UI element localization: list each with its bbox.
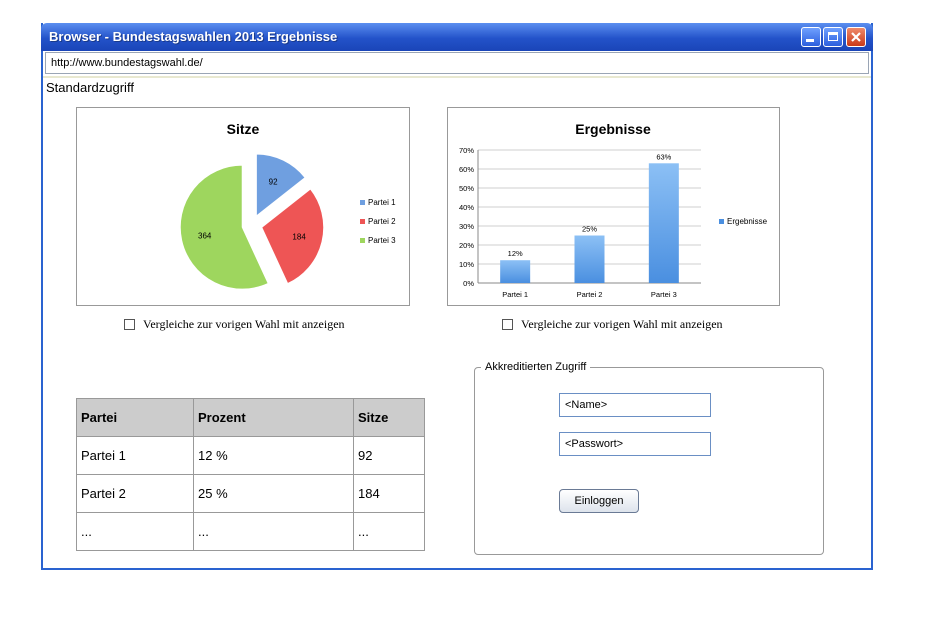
results-bar-chart: Ergebnisse 0% 10% 20% 30% 40% 50% 60% 70% 12% Par… — [459, 121, 768, 299]
bar — [648, 163, 679, 283]
table-cell: ... — [353, 512, 425, 551]
url-text: http://www.bundestagswahl.de/ — [51, 57, 203, 69]
login-button[interactable]: Einloggen — [559, 489, 639, 513]
pie-slice — [179, 164, 269, 290]
login-group: Akkreditierten Zugriff <Name> <Passwort>… — [474, 361, 824, 555]
compare-results-option[interactable]: Vergleiche zur vorigen Wahl mit anzeigen — [502, 317, 723, 332]
pie-chart-title: Sitze — [227, 121, 260, 137]
table-cell: ... — [193, 512, 354, 551]
password-field[interactable]: <Passwort> — [559, 432, 711, 456]
window-title: Browser - Bundestagswahlen 2013 Ergebnis… — [49, 29, 338, 44]
x-tick-label: Partei 2 — [577, 290, 603, 299]
results-chart-panel: Ergebnisse 0% 10% 20% 30% 40% 50% 60% 70% 12% Par… — [447, 107, 780, 306]
bar-chart-title: Ergebnisse — [575, 121, 651, 137]
close-icon — [851, 32, 861, 42]
table-cell: 12 % — [193, 436, 354, 475]
pie-data-label: 92 — [269, 177, 278, 186]
seats-pie-chart: Sitze 92 184 364 Partei 1 Partei 2 Partei 3 — [179, 121, 396, 290]
compare-results-checkbox[interactable] — [502, 319, 513, 330]
table-cell: 25 % — [193, 474, 354, 513]
y-tick-label: 30% — [459, 222, 474, 231]
x-tick-label: Partei 3 — [651, 290, 677, 299]
y-tick-label: 40% — [459, 203, 474, 212]
legend-label: Partei 1 — [368, 198, 396, 207]
table-cell: ... — [76, 512, 194, 551]
compare-seats-label: Vergleiche zur vorigen Wahl mit anzeigen — [143, 317, 345, 331]
legend-swatch — [360, 219, 365, 224]
legend-swatch — [719, 219, 724, 224]
y-tick-label: 10% — [459, 260, 474, 269]
bar-data-label: 12% — [508, 249, 523, 258]
bar-data-label: 25% — [582, 225, 597, 234]
pie-data-label: 364 — [198, 231, 212, 240]
compare-seats-option[interactable]: Vergleiche zur vorigen Wahl mit anzeigen — [124, 317, 345, 332]
bar-data-label: 63% — [656, 152, 671, 161]
table-row: Partei 2 25 % 184 — [76, 474, 425, 513]
close-button[interactable] — [846, 27, 866, 47]
bar — [500, 260, 531, 283]
column-header: Prozent — [193, 398, 354, 437]
table-cell: Partei 2 — [76, 474, 194, 513]
compare-seats-checkbox[interactable] — [124, 319, 135, 330]
y-tick-label: 50% — [459, 184, 474, 193]
results-table: Partei Prozent Sitze Partei 1 12 % 92 Pa… — [76, 398, 425, 551]
minimize-button[interactable] — [801, 27, 821, 47]
legend-label: Partei 3 — [368, 236, 396, 245]
y-tick-label: 0% — [463, 279, 474, 288]
table-cell: Partei 1 — [76, 436, 194, 475]
legend-label: Ergebnisse — [727, 217, 768, 226]
y-tick-label: 20% — [459, 241, 474, 250]
address-bar[interactable]: http://www.bundestagswahl.de/ — [45, 52, 869, 74]
column-header: Partei — [76, 398, 194, 437]
table-cell: 92 — [353, 436, 425, 475]
legend-label: Partei 2 — [368, 217, 396, 226]
compare-results-label: Vergleiche zur vorigen Wahl mit anzeigen — [521, 317, 723, 331]
table-row: ... ... ... — [76, 512, 425, 551]
table-row: Partei 1 12 % 92 — [76, 436, 425, 475]
maximize-button[interactable] — [823, 27, 843, 47]
table-cell: 184 — [353, 474, 425, 513]
column-header: Sitze — [353, 398, 425, 437]
y-tick-label: 70% — [459, 146, 474, 155]
title-bar: Browser - Bundestagswahlen 2013 Ergebnis… — [41, 23, 873, 51]
x-tick-label: Partei 1 — [502, 290, 528, 299]
toolbar-divider — [43, 76, 871, 78]
bar — [574, 235, 605, 283]
y-tick-label: 60% — [459, 165, 474, 174]
seats-chart-panel: Sitze 92 184 364 Partei 1 Partei 2 Partei 3 — [76, 107, 410, 306]
pie-data-label: 184 — [292, 232, 306, 241]
browser-window: Browser - Bundestagswahlen 2013 Ergebnis… — [41, 23, 873, 570]
legend-swatch — [360, 200, 365, 205]
table-header-row: Partei Prozent Sitze — [76, 398, 425, 437]
login-legend: Akkreditierten Zugriff — [485, 361, 587, 373]
name-field[interactable]: <Name> — [559, 393, 711, 417]
page-heading: Standardzugriff — [46, 80, 134, 95]
legend-swatch — [360, 238, 365, 243]
